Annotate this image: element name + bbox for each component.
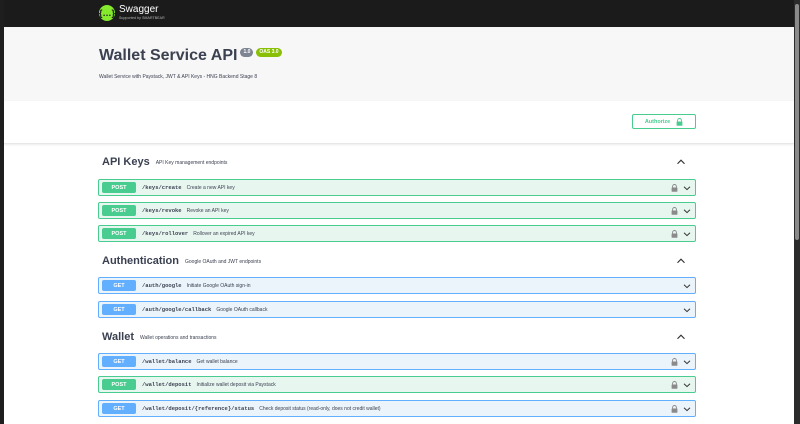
section-name: Wallet — [102, 331, 134, 343]
endpoint-path: /wallet/deposit/{reference}/status — [142, 405, 255, 412]
endpoint-summary: Initiate Google OAuth sign-in — [186, 282, 251, 289]
authorize-label: Authorize — [644, 118, 671, 125]
logo-text: Swagger Supported by SMARTBEAR — [119, 4, 165, 20]
section-header[interactable]: Authentication Google OAuth and JWT endpo… — [102, 253, 694, 269]
swagger-logo[interactable]: {…} Swagger Supported by SMARTBEAR — [99, 4, 165, 21]
title-row: Wallet Service API 1.0 OAS 3.0 — [99, 47, 282, 65]
endpoint-summary: Google OAuth callback — [216, 306, 268, 313]
logo-name: Swagger — [119, 4, 159, 15]
top-bar: {…} Swagger Supported by SMARTBEAR — [4, 0, 794, 27]
method-badge: POST — [102, 228, 136, 239]
method-badge: POST — [102, 205, 136, 216]
lock-icon[interactable] — [671, 207, 678, 215]
chevron-down-icon[interactable] — [683, 358, 691, 366]
section-description: API Key management endpoints — [155, 159, 228, 166]
section-description: Google OAuth and JWT endpoints — [185, 258, 262, 265]
scrollbar-track[interactable] — [794, 0, 800, 424]
chevron-up-icon[interactable] — [676, 157, 686, 167]
logo-subtitle: Supported by SMARTBEAR — [119, 16, 165, 20]
lock-icon[interactable] — [671, 405, 678, 413]
method-badge: GET — [102, 403, 136, 414]
scrollbar-thumb[interactable] — [795, 4, 799, 240]
method-badge: GET — [102, 356, 136, 367]
section-header[interactable]: Wallet Wallet operations and transactions — [102, 329, 694, 345]
endpoint-path: /auth/google/callback — [142, 306, 212, 313]
operation-row[interactable]: POST/keys/create Create a new API key — [98, 179, 696, 196]
api-info: Wallet Service API 1.0 OAS 3.0 Wallet Se… — [4, 27, 794, 101]
endpoint-summary: Initialize wallet deposit via Paystack — [196, 381, 276, 388]
endpoint-summary: Check deposit status (read-only, does no… — [259, 405, 381, 412]
chevron-up-icon[interactable] — [676, 332, 686, 342]
method-badge: GET — [102, 304, 136, 315]
operation-row[interactable]: GET/wallet/balance Get wallet balance — [98, 353, 696, 370]
section-description: Wallet operations and transactions — [140, 334, 217, 341]
chevron-up-icon[interactable] — [676, 256, 686, 266]
method-badge: GET — [102, 280, 136, 291]
endpoint-path: /keys/create — [142, 184, 182, 191]
endpoint-summary: Rollover an expired API key — [193, 230, 255, 237]
endpoint-path: /keys/revoke — [142, 207, 182, 214]
authorize-button[interactable]: Authorize — [632, 114, 696, 129]
chevron-down-icon[interactable] — [683, 230, 691, 238]
operation-row[interactable]: POST/keys/rollover Rollover an expired AP… — [98, 225, 696, 242]
chevron-down-icon[interactable] — [683, 207, 691, 215]
endpoint-summary: Get wallet balance — [196, 358, 238, 365]
lock-icon — [676, 117, 683, 126]
section-name: Authentication — [102, 255, 179, 267]
operation-row[interactable]: GET/auth/google Initiate Google OAuth sig… — [98, 277, 696, 294]
lock-icon[interactable] — [671, 184, 678, 192]
operation-row[interactable]: GET/auth/google/callback Google OAuth cal… — [98, 301, 696, 318]
section-name: API Keys — [102, 156, 150, 168]
operation-row[interactable]: POST/keys/revoke Revoke an API key — [98, 202, 696, 219]
lock-icon[interactable] — [671, 358, 678, 366]
version-badge: 1.0 — [240, 48, 254, 57]
oas-badge: OAS 3.0 — [256, 48, 282, 57]
endpoint-path: /keys/rollover — [142, 230, 189, 237]
chevron-down-icon[interactable] — [683, 405, 691, 413]
operation-row[interactable]: GET/wallet/deposit/{reference}/status Che… — [98, 400, 696, 417]
chevron-down-icon[interactable] — [683, 381, 691, 389]
swagger-logo-icon: {…} — [99, 5, 115, 21]
api-description: Wallet Service with Paystack, JWT & API … — [99, 74, 258, 80]
endpoint-summary: Create a new API key — [186, 184, 235, 191]
lock-icon[interactable] — [671, 381, 678, 389]
method-badge: POST — [102, 182, 136, 193]
endpoint-path: /auth/google — [142, 282, 182, 289]
endpoint-path: /wallet/balance — [142, 358, 192, 365]
lock-icon[interactable] — [671, 230, 678, 238]
chevron-down-icon[interactable] — [683, 184, 691, 192]
section-header[interactable]: API Keys API Key management endpoints — [102, 154, 694, 170]
page-title: Wallet Service API — [99, 47, 238, 64]
endpoint-path: /wallet/deposit — [142, 381, 192, 388]
operation-row[interactable]: POST/wallet/deposit Initialize wallet dep… — [98, 376, 696, 393]
chevron-down-icon[interactable] — [683, 282, 691, 290]
chevron-down-icon[interactable] — [683, 306, 691, 314]
method-badge: POST — [102, 379, 136, 390]
scheme-container: Authorize — [4, 101, 794, 144]
endpoint-summary: Revoke an API key — [186, 207, 229, 214]
